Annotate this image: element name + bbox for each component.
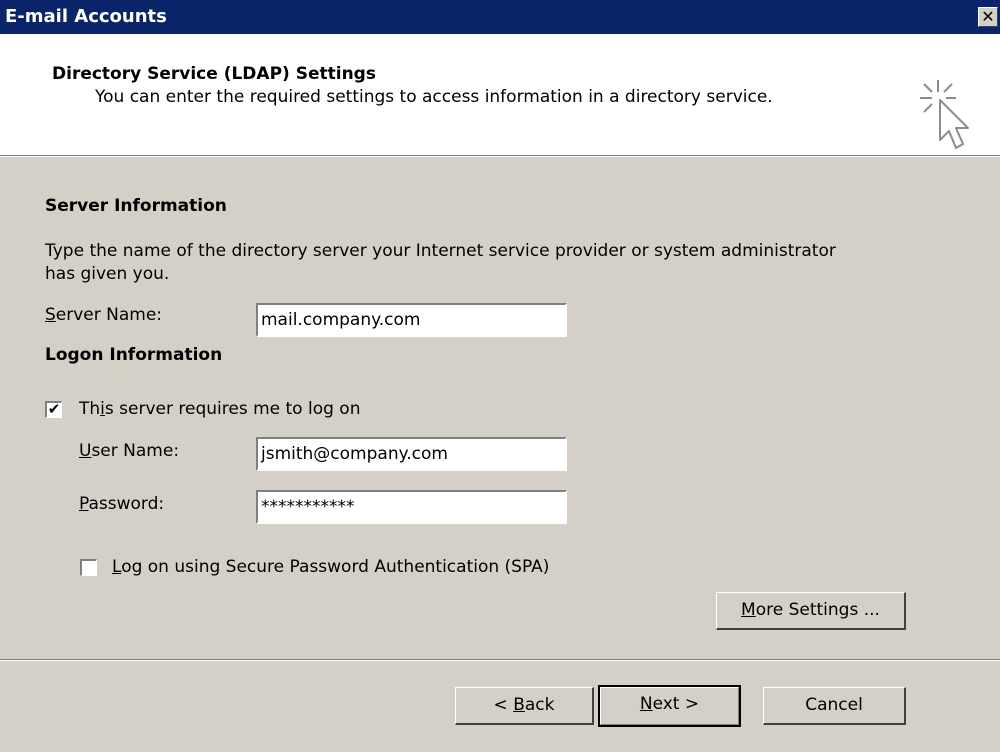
server-name-label: Server Name: [45,305,162,325]
more-settings-accel: M [741,600,756,620]
requires-logon-label[interactable]: This server requires me to log on [79,399,360,419]
requires-logon-checkbox[interactable]: ✔ [45,401,62,418]
checkmark-icon: ✔ [47,400,61,418]
server-name-accel: S [45,305,56,325]
wizard-cursor-icon [918,78,984,163]
title-bar: E-mail Accounts ✕ [0,0,1000,34]
password-label: Password: [79,494,164,514]
password-accel: P [79,494,89,514]
username-input[interactable]: jsmith@company.com [255,436,568,472]
server-name-input[interactable]: mail.company.com [255,302,568,338]
server-name-value: mail.company.com [261,310,421,330]
cancel-button[interactable]: Cancel [763,687,906,725]
spa-checkbox[interactable] [80,559,97,576]
more-settings-button[interactable]: More Settings ... [716,592,906,630]
next-button[interactable]: Next > [598,685,741,727]
requires-logon-text-post: s server requires me to log on [104,399,361,419]
back-accel: B [513,695,525,715]
username-label: User Name: [79,441,179,461]
close-icon: ✕ [981,7,995,26]
header-divider-highlight [0,156,1000,157]
password-value: *********** [261,497,355,517]
spa-accel: L [112,557,122,577]
server-info-heading: Server Information [45,196,227,216]
password-input[interactable]: *********** [255,489,568,525]
back-label: ack [524,695,555,715]
back-button[interactable]: < Back [455,687,594,725]
page-title: Directory Service (LDAP) Settings [52,64,376,84]
next-accel: N [639,694,653,714]
close-button[interactable]: ✕ [978,7,998,27]
window-title: E-mail Accounts [5,6,167,27]
next-label: ext > [652,694,700,714]
username-value: jsmith@company.com [261,444,448,464]
footer-divider-highlight [0,660,1000,661]
server-description-line1: Type the name of the directory server yo… [45,241,836,261]
username-accel: U [79,441,92,461]
back-prefix: < [493,695,514,715]
logon-info-heading: Logon Information [45,345,223,365]
password-label-text: assword: [88,494,165,514]
spa-label[interactable]: Log on using Secure Password Authenticat… [112,557,549,577]
requires-logon-text-pre: Th [79,399,101,419]
server-name-label-text: erver Name: [55,305,163,325]
wizard-header: Directory Service (LDAP) Settings You ca… [0,34,1000,155]
more-settings-label: ore Settings ... [755,600,880,620]
page-subtitle: You can enter the required settings to a… [95,87,773,107]
username-label-text: ser Name: [91,441,180,461]
server-description-line2: has given you. [45,264,170,284]
spa-label-text: og on using Secure Password Authenticati… [121,557,550,577]
